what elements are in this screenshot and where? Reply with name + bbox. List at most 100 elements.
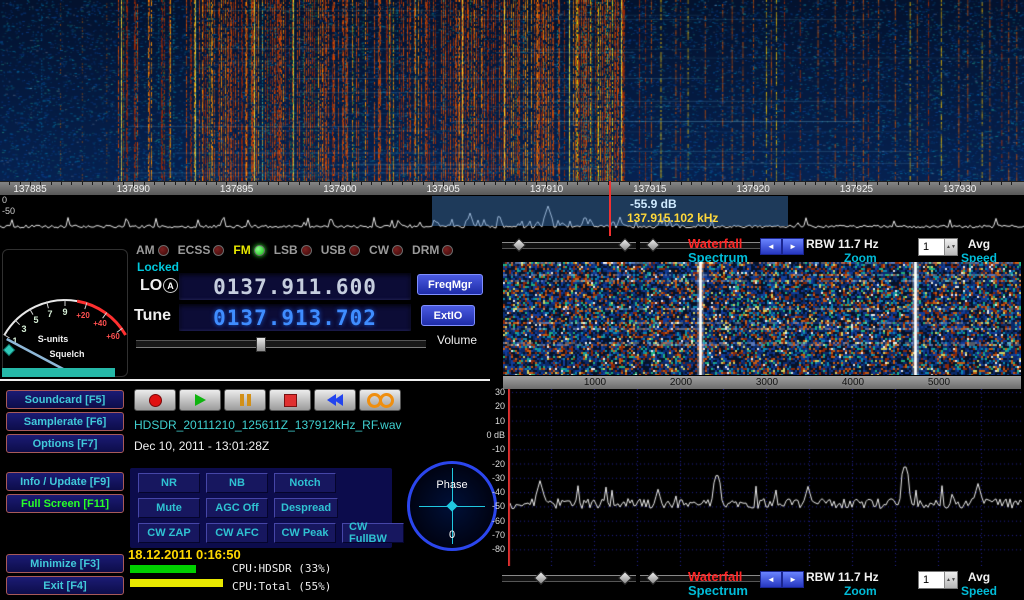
waterfall-toggle[interactable]: Waterfall <box>688 570 748 584</box>
frequency-ruler[interactable]: 1378851378901378951379001379051379101379… <box>0 181 1024 196</box>
pause-icon <box>240 394 251 406</box>
avg-dropdown[interactable]: 1 ▲▼ <box>918 571 958 589</box>
dsp-button-panel: NR NB Notch Mute AGC Off Despread CW ZAP CW AFC… <box>130 468 392 548</box>
lo-frequency-display[interactable]: 0137.911.600 <box>178 272 412 301</box>
ruler-tick <box>361 182 362 185</box>
slider-thumb[interactable] <box>646 571 660 585</box>
volume-slider-thumb[interactable] <box>256 337 266 352</box>
record-button[interactable] <box>134 389 176 411</box>
s-meter[interactable]: 1 3 5 7 9 +20 +40 +60 S-units Squelch <box>2 249 128 377</box>
ruler-tick <box>206 182 207 185</box>
slider-thumb[interactable] <box>618 238 632 252</box>
agc-off-button[interactable]: AGC Off <box>206 498 268 518</box>
ruler-tick <box>319 182 320 185</box>
tune-frequency-display[interactable]: 0137.913.702 <box>178 303 412 332</box>
play-button[interactable] <box>179 389 221 411</box>
vfo-a-badge[interactable]: A <box>163 278 178 293</box>
squelch-handle[interactable] <box>3 344 14 355</box>
ruler-tick <box>464 182 465 185</box>
s-tick-label: 9 <box>62 307 67 317</box>
stop-button[interactable] <box>269 389 311 411</box>
waterfall-level-slider[interactable] <box>502 242 636 249</box>
extio-button[interactable]: ExtIO <box>421 305 475 326</box>
notch-button[interactable]: Notch <box>274 473 336 493</box>
zoom-out-button[interactable]: ◄ <box>760 238 782 255</box>
rf-spectrum-display[interactable] <box>508 389 1022 566</box>
samplerate-f6-button[interactable]: Samplerate [F6] <box>6 412 124 431</box>
tune-cursor-line <box>609 181 611 236</box>
mode-drm[interactable]: DRM <box>412 243 453 257</box>
ruler-label: 137905 <box>427 184 460 195</box>
ruler-tick <box>805 182 806 185</box>
cw-peak-button[interactable]: CW Peak <box>274 523 336 543</box>
exit-f4-button[interactable]: Exit [F4] <box>6 576 124 595</box>
slider-thumb[interactable] <box>534 571 548 585</box>
pause-button[interactable] <box>224 389 266 411</box>
cpu-hdsdr-text: CPU:HDSDR (33%) <box>232 562 331 575</box>
mode-ecss[interactable]: ECSS <box>178 243 225 257</box>
nb-button[interactable]: NB <box>206 473 268 493</box>
playback-file-name: HDSDR_20111210_125611Z_137912kHz_RF.wav <box>134 418 402 432</box>
slider-thumb[interactable] <box>512 238 526 252</box>
ruler-tick <box>918 182 919 185</box>
loop-button[interactable] <box>359 389 401 411</box>
zoom-label: Zoom <box>844 584 879 598</box>
ruler-tick <box>402 182 403 185</box>
waterfall-level-slider[interactable] <box>502 575 636 582</box>
ruler-tick <box>164 182 165 185</box>
ruler-tick <box>257 182 258 185</box>
main-spectrum-display[interactable]: 0 -50 -55.9 dB 137.915.102 kHz <box>0 195 1024 236</box>
full-screen-f11-button[interactable]: Full Screen [F11] <box>6 494 124 513</box>
slider-thumb[interactable] <box>618 571 632 585</box>
zoom-out-button[interactable]: ◄ <box>760 571 782 588</box>
slider-thumb[interactable] <box>646 238 660 252</box>
ruler-tick <box>712 182 713 185</box>
ruler-tick <box>908 182 909 185</box>
ruler-tick <box>681 182 682 185</box>
mode-label: FM <box>233 243 250 257</box>
despread-button[interactable]: Despread <box>274 498 338 518</box>
tune-label: Tune <box>134 307 171 325</box>
cpu-total-text: CPU:Total (55%) <box>232 580 331 593</box>
mode-label: ECSS <box>178 243 211 257</box>
ruler-tick <box>815 182 816 185</box>
soundcard-f5-button[interactable]: Soundcard [F5] <box>6 390 124 409</box>
hdsdr-window: 1378851378901378951379001379051379101379… <box>0 0 1024 600</box>
info-update-f9-button[interactable]: Info / Update [F9] <box>6 472 124 491</box>
mode-fm[interactable]: FM <box>233 243 264 257</box>
volume-slider[interactable] <box>136 340 426 348</box>
rf-waterfall-display[interactable] <box>503 262 1021 375</box>
spectrum-toggle[interactable]: Spectrum <box>688 584 748 598</box>
cw-fullbw-button[interactable]: CW FullBW <box>342 523 404 543</box>
avg-dropdown[interactable]: 1 ▲▼ <box>918 238 958 256</box>
rewind-button[interactable] <box>314 389 356 411</box>
ruler-tick <box>299 182 300 185</box>
mode-usb[interactable]: USB <box>321 243 360 257</box>
s-tick-label: 3 <box>21 324 26 334</box>
rbw-readout[interactable]: RBW 11.7 Hz <box>806 570 879 584</box>
ruler-tick <box>423 182 424 185</box>
mode-am[interactable]: AM <box>136 243 169 257</box>
options-f7-button[interactable]: Options [F7] <box>6 434 124 453</box>
ruler-tick <box>505 182 506 185</box>
mode-led-icon <box>392 245 403 256</box>
zoom-in-button[interactable]: ► <box>782 238 804 255</box>
waterfall-toggle[interactable]: Waterfall <box>688 237 748 251</box>
mute-button[interactable]: Mute <box>138 498 200 518</box>
mode-lsb[interactable]: LSB <box>274 243 312 257</box>
minimize-f3-button[interactable]: Minimize [F3] <box>6 554 124 573</box>
cw-zap-button[interactable]: CW ZAP <box>138 523 200 543</box>
ruler-tick <box>154 182 155 185</box>
freqmgr-button[interactable]: FreqMgr <box>417 274 483 295</box>
nr-button[interactable]: NR <box>138 473 200 493</box>
rbw-readout[interactable]: RBW 11.7 Hz <box>806 237 879 251</box>
mode-cw[interactable]: CW <box>369 243 403 257</box>
main-waterfall-display[interactable] <box>0 0 1024 181</box>
mode-led-icon <box>213 245 224 256</box>
rf-frequency-axis[interactable]: 10002000300040005000 <box>503 376 1021 389</box>
zoom-in-button[interactable]: ► <box>782 571 804 588</box>
ruler-label: 137910 <box>530 184 563 195</box>
cw-afc-button[interactable]: CW AFC <box>206 523 268 543</box>
rf-axis-label: 3000 <box>756 377 778 388</box>
ruler-tick <box>309 182 310 185</box>
